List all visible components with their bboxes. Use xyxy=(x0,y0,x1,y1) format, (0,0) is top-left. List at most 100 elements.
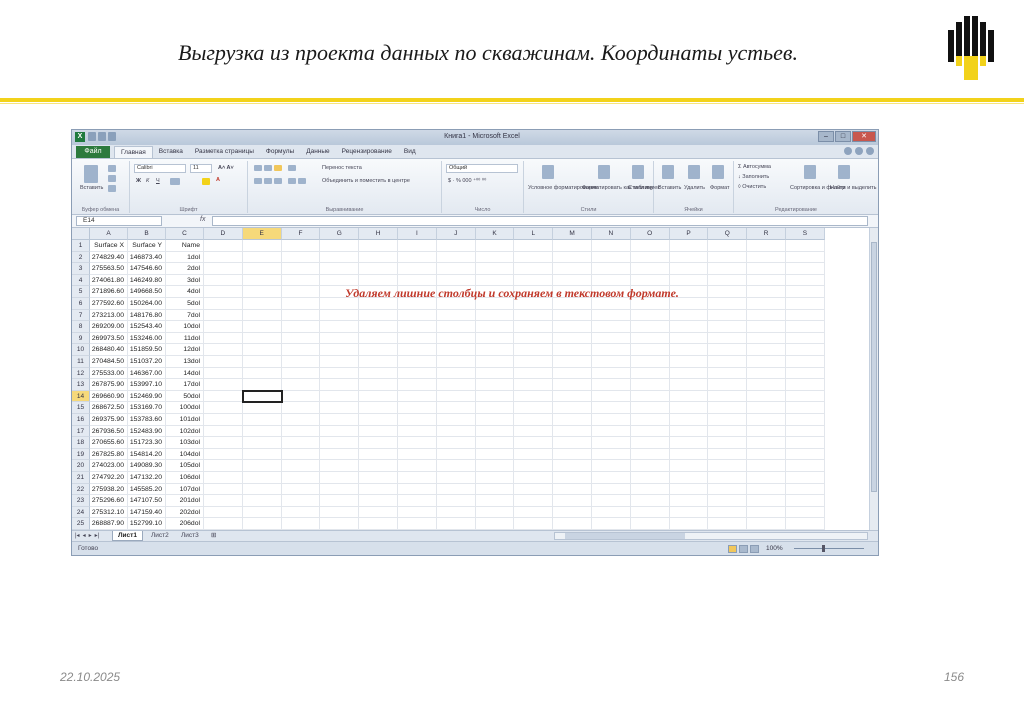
empty-cell[interactable] xyxy=(630,414,670,426)
maximize-button[interactable]: □ xyxy=(835,131,851,142)
normal-view-icon[interactable] xyxy=(728,545,737,553)
table-cell[interactable]: 3dol xyxy=(166,274,204,287)
empty-cell[interactable] xyxy=(747,309,786,322)
format-cells-button[interactable]: Формат xyxy=(710,185,730,191)
empty-cell[interactable] xyxy=(359,506,398,519)
table-cell[interactable]: 153169.70 xyxy=(128,402,166,414)
column-header-s[interactable]: S xyxy=(786,228,825,240)
column-header-b[interactable]: B xyxy=(128,228,166,240)
empty-cell[interactable] xyxy=(708,251,748,264)
empty-cell[interactable] xyxy=(592,495,631,507)
table-cell[interactable]: 4dol xyxy=(166,286,204,298)
empty-cell[interactable] xyxy=(359,263,398,275)
empty-cell[interactable] xyxy=(320,309,360,322)
spreadsheet-grid[interactable]: A B C D E F G H I J K L M N O P Q R S 1 Surface X Surface Y Na… xyxy=(72,228,878,530)
empty-cell[interactable] xyxy=(592,437,631,449)
empty-cell[interactable] xyxy=(592,483,631,496)
empty-cell[interactable] xyxy=(475,240,515,252)
table-cell[interactable]: 147107.50 xyxy=(128,495,166,507)
empty-cell[interactable] xyxy=(786,309,825,322)
wrap-text-button[interactable]: Перенос текста xyxy=(322,165,362,171)
empty-cell[interactable] xyxy=(475,460,515,472)
empty-cell[interactable] xyxy=(436,425,476,438)
table-cell[interactable]: 275312.10 xyxy=(90,506,128,519)
table-cell[interactable]: 274023.00 xyxy=(90,460,128,472)
empty-cell[interactable] xyxy=(786,402,825,414)
page-layout-view-icon[interactable] xyxy=(739,545,748,553)
align-bottom-icon[interactable] xyxy=(274,165,282,171)
autosum-button[interactable]: Σ Автосумма xyxy=(738,164,771,170)
empty-cell[interactable] xyxy=(281,402,321,414)
empty-cell[interactable] xyxy=(475,367,515,380)
empty-cell[interactable] xyxy=(204,506,243,519)
empty-cell[interactable] xyxy=(747,356,786,368)
zoom-slider-knob[interactable] xyxy=(822,545,825,552)
minimize-button[interactable]: – xyxy=(818,131,834,142)
sheet-tab-2[interactable]: Лист2 xyxy=(146,531,174,541)
table-cell[interactable]: 148176.80 xyxy=(128,309,166,322)
workbook-minimize-icon[interactable] xyxy=(866,147,874,155)
empty-cell[interactable] xyxy=(514,518,554,530)
table-cell[interactable]: 11dol xyxy=(166,332,204,345)
empty-cell[interactable] xyxy=(359,472,398,484)
empty-cell[interactable] xyxy=(553,495,592,507)
page-break-view-icon[interactable] xyxy=(750,545,759,553)
empty-cell[interactable] xyxy=(398,460,437,472)
vertical-scrollbar[interactable] xyxy=(869,228,878,530)
empty-cell[interactable] xyxy=(320,437,360,449)
redo-icon[interactable] xyxy=(108,132,116,141)
empty-cell[interactable] xyxy=(320,379,360,391)
empty-cell[interactable] xyxy=(786,332,825,345)
tab-data[interactable]: Данные xyxy=(300,146,335,158)
empty-cell[interactable] xyxy=(786,448,825,461)
tab-review[interactable]: Рецензирование xyxy=(336,146,398,158)
empty-cell[interactable] xyxy=(514,483,554,496)
table-cell[interactable]: 154814.20 xyxy=(128,448,166,461)
empty-cell[interactable] xyxy=(669,390,709,403)
table-cell[interactable]: 152543.40 xyxy=(128,321,166,333)
table-cell[interactable]: 274061.80 xyxy=(90,274,128,287)
empty-cell[interactable] xyxy=(514,506,554,519)
empty-cell[interactable] xyxy=(242,344,282,356)
empty-cell[interactable] xyxy=(514,332,554,345)
empty-cell[interactable] xyxy=(514,367,554,380)
table-cell[interactable]: 271896.60 xyxy=(90,286,128,298)
empty-cell[interactable] xyxy=(747,472,786,484)
empty-cell[interactable] xyxy=(708,321,748,333)
format-cells-icon[interactable] xyxy=(712,165,724,179)
empty-cell[interactable] xyxy=(359,448,398,461)
empty-cell[interactable] xyxy=(669,506,709,519)
empty-cell[interactable] xyxy=(514,390,554,403)
empty-cell[interactable] xyxy=(281,437,321,449)
empty-cell[interactable] xyxy=(436,483,476,496)
empty-cell[interactable] xyxy=(436,390,476,403)
empty-cell[interactable] xyxy=(786,379,825,391)
row-header-23[interactable]: 23 xyxy=(72,495,90,507)
empty-cell[interactable] xyxy=(281,356,321,368)
empty-cell[interactable] xyxy=(398,483,437,496)
empty-cell[interactable] xyxy=(475,356,515,368)
empty-cell[interactable] xyxy=(398,506,437,519)
table-cell[interactable]: 152469.90 xyxy=(128,390,166,403)
table-cell[interactable]: 202dol xyxy=(166,506,204,519)
empty-cell[interactable] xyxy=(747,390,786,403)
empty-cell[interactable] xyxy=(281,367,321,380)
empty-cell[interactable] xyxy=(281,495,321,507)
empty-cell[interactable] xyxy=(359,332,398,345)
row-header-13[interactable]: 13 xyxy=(72,379,90,391)
empty-cell[interactable] xyxy=(204,414,243,426)
table-cell[interactable]: 104dol xyxy=(166,448,204,461)
format-painter-icon[interactable] xyxy=(108,185,116,192)
empty-cell[interactable] xyxy=(669,425,709,438)
table-cell[interactable]: 10dol xyxy=(166,321,204,333)
empty-cell[interactable] xyxy=(786,251,825,264)
italic-icon[interactable]: К xyxy=(146,178,149,184)
table-cell[interactable]: 152483.90 xyxy=(128,425,166,438)
empty-cell[interactable] xyxy=(553,344,592,356)
empty-cell[interactable] xyxy=(786,483,825,496)
empty-cell[interactable] xyxy=(320,344,360,356)
font-color-icon[interactable]: A xyxy=(216,177,220,183)
empty-cell[interactable] xyxy=(436,518,476,530)
empty-cell[interactable] xyxy=(204,263,243,275)
empty-cell[interactable] xyxy=(786,274,825,287)
